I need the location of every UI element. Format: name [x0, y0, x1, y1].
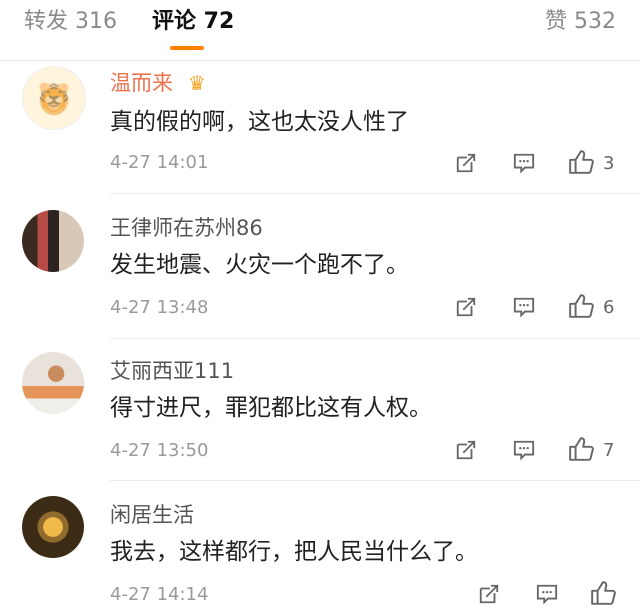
- comment-item: 闲居生活 我去，这样都行，把人民当什么了。 4-27 14:14: [0, 0, 640, 614]
- avatar[interactable]: [22, 496, 84, 558]
- comment-text: 我去，这样都行，把人民当什么了。: [110, 539, 478, 565]
- share-icon[interactable]: [478, 583, 500, 605]
- commenter-name[interactable]: 闲居生活: [110, 502, 194, 528]
- comment-icon[interactable]: [535, 583, 559, 605]
- thumbs-up-icon[interactable]: [590, 580, 616, 606]
